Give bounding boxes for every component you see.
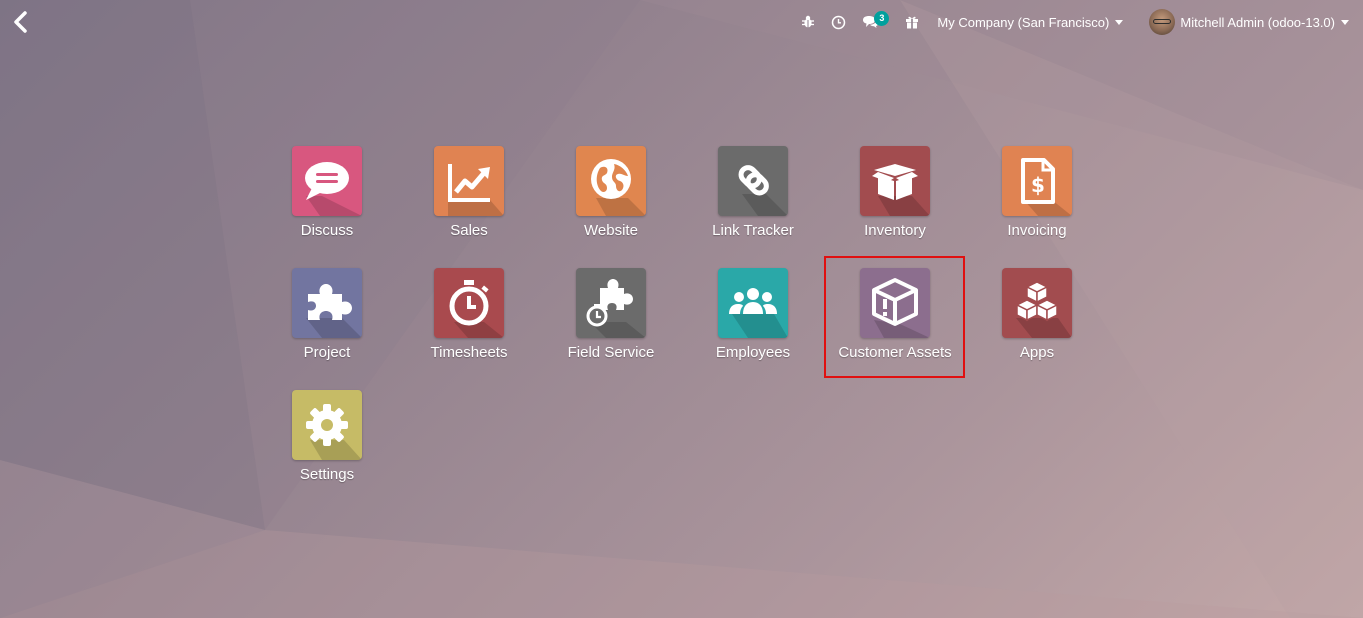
app-invoicing[interactable]: $ Invoicing [966,146,1108,268]
company-switcher[interactable]: My Company (San Francisco) [929,0,1141,44]
app-project[interactable]: Project [256,268,398,390]
app-icon-tile [576,146,646,216]
box-exclamation-icon [872,278,930,338]
chat-bubble-icon [305,162,362,216]
link-chain-icon [738,165,788,216]
app-label: Timesheets [430,344,508,361]
app-label: Discuss [300,222,354,239]
app-icon-tile [718,146,788,216]
app-icon-tile [434,146,504,216]
app-label: Employees [715,344,791,361]
stopwatch-icon [449,280,504,338]
app-icon-tile [292,146,362,216]
app-apps[interactable]: Apps [966,268,1108,390]
app-icon-tile: $ [1002,146,1072,216]
user-name: Mitchell Admin (odoo-13.0) [1180,14,1335,30]
trend-chart-icon [448,164,504,216]
app-label: Customer Assets [838,344,952,361]
avatar [1149,9,1176,35]
gift-icon[interactable] [897,0,929,44]
app-timesheets[interactable]: Timesheets [398,268,540,390]
app-icon-tile [860,268,930,338]
app-settings[interactable]: Settings [256,390,398,512]
app-icon-tile [292,268,362,338]
debug-bug-icon[interactable] [793,0,823,44]
app-sales[interactable]: Sales [398,146,540,268]
message-count-badge: 3 [874,11,890,26]
app-label: Website [584,222,638,239]
activity-clock-icon[interactable] [823,0,854,44]
puzzle-icon [306,284,362,338]
app-label: Field Service [567,344,655,361]
app-icon-tile [718,268,788,338]
app-label: Link Tracker [712,222,794,239]
app-icon-tile [576,268,646,338]
app-icon-tile [434,268,504,338]
app-website[interactable]: Website [540,146,682,268]
puzzle-stopwatch-icon [586,279,646,338]
top-navbar: 3 My Company (San Francisco) Mitchell Ad… [0,0,1363,44]
app-inventory[interactable]: Inventory [824,146,966,268]
globe-icon [591,159,646,216]
messages-chat-icon[interactable]: 3 [854,0,897,44]
app-label: Project [303,344,351,361]
invoice-dollar-icon: $ [1021,158,1072,216]
app-icon-tile [1002,268,1072,338]
app-employees[interactable]: Employees [682,268,824,390]
users-group-icon [729,288,788,338]
app-label: Inventory [864,222,926,239]
company-name: My Company (San Francisco) [937,14,1110,30]
chevron-down-icon [1341,20,1349,25]
app-label: Apps [1019,344,1055,361]
cubes-icon [1015,281,1072,338]
app-discuss[interactable]: Discuss [256,146,398,268]
user-menu[interactable]: Mitchell Admin (odoo-13.0) [1141,0,1363,44]
app-customer-assets[interactable]: Customer Assets [824,268,966,390]
back-chevron-icon[interactable] [10,10,32,34]
app-field-service[interactable]: Field Service [540,268,682,390]
systray: 3 My Company (San Francisco) Mitchell Ad… [793,0,1363,44]
chevron-down-icon [1115,20,1124,25]
app-link-tracker[interactable]: Link Tracker [682,146,824,268]
svg-text:$: $ [1031,173,1045,197]
app-label: Settings [299,466,355,483]
app-label: Invoicing [1007,222,1067,239]
app-icon-tile [292,390,362,460]
gear-icon [306,404,362,460]
app-label: Sales [450,222,488,239]
open-box-icon [872,164,930,216]
app-icon-tile [860,146,930,216]
